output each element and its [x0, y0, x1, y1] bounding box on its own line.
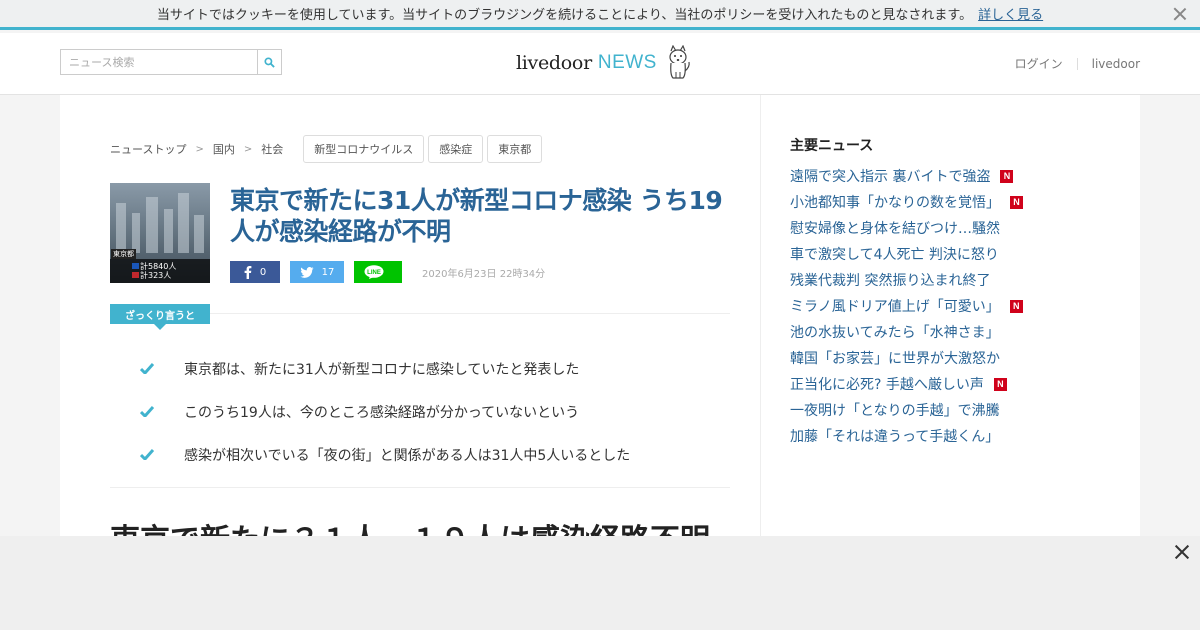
news-item-label: 池の水抜いてみたら「水神さま」 [790, 325, 1000, 341]
news-item[interactable]: 加藤「それは違うって手越くん」 [790, 423, 1023, 449]
news-item[interactable]: 韓国「お家芸」に世界が大激怒か [790, 345, 1023, 371]
news-item[interactable]: 一夜明け「となりの手越」で沸騰 [790, 397, 1023, 423]
tag-tokyo[interactable]: 東京都 [487, 135, 543, 163]
login-link[interactable]: ログイン [1015, 55, 1063, 72]
header-links: ログイン livedoor [1015, 55, 1140, 72]
news-item-label: 残業代裁判 突然振り込まれ終了 [790, 273, 991, 289]
dog-mascot-icon [669, 45, 690, 79]
tag-infectious-disease[interactable]: 感染症 [428, 135, 484, 163]
breadcrumb-item-domestic[interactable]: 国内 [213, 141, 235, 157]
new-badge: N [993, 377, 1007, 391]
breadcrumb: ニューストップ > 国内 > 社会 新型コロナウイルス 感染症 東京都 [110, 135, 546, 163]
thumbnail-location: 東京都 [111, 249, 136, 259]
svg-text:LINE: LINE [367, 270, 381, 276]
facebook-count: 0 [259, 266, 267, 278]
twitter-icon [300, 266, 314, 278]
ad-overlay [0, 536, 1200, 630]
new-badge: N [1000, 169, 1014, 183]
summary-text: 東京都は、新たに31人が新型コロナに感染していたと発表した [184, 361, 580, 378]
news-item[interactable]: 正当化に必死? 手越へ厳しい声 N [790, 371, 1023, 397]
new-badge: N [1009, 299, 1023, 313]
news-item-label: 慰安婦像と身体を結びつけ…騒然 [790, 221, 1000, 237]
news-item[interactable]: 小池都知事「かなりの数を覚悟」 N [790, 189, 1023, 215]
chevron-right-icon: > [195, 143, 204, 155]
news-item-label: 一夜明け「となりの手越」で沸騰 [790, 403, 1000, 419]
check-icon [140, 363, 154, 374]
news-item[interactable]: 遠隔で突入指示 裏バイトで強盗 N [790, 163, 1023, 189]
cookie-bar: 当サイトではクッキーを使用しています。当サイトのブラウジングを続けることにより、… [0, 0, 1200, 30]
news-item[interactable]: 残業代裁判 突然振り込まれ終了 [790, 267, 1023, 293]
summary-list: 東京都は、新たに31人が新型コロナに感染していたと発表した このうち19人は、今… [140, 347, 630, 476]
article-date: 2020年6月23日 22時34分 [422, 268, 546, 280]
thumbnail-caption-line2: 計323人 [140, 271, 172, 280]
news-item-label: 正当化に必死? 手越へ厳しい声 [790, 377, 984, 393]
logo-news: NEWS [597, 52, 657, 73]
article-title: 東京で新たに31人が新型コロナ感染 うち19人が感染経路が不明 [230, 186, 723, 246]
summary-end-divider [110, 487, 730, 488]
logo-livedoor: livedoor [516, 52, 592, 74]
chevron-right-icon: > [243, 143, 253, 155]
tag-coronavirus[interactable]: 新型コロナウイルス [303, 135, 425, 163]
news-item[interactable]: 池の水抜いてみたら「水神さま」 [790, 319, 1023, 345]
news-item[interactable]: 慰安婦像と身体を結びつけ…騒然 [790, 215, 1023, 241]
facebook-icon [244, 265, 252, 279]
summary-item: このうち19人は、今のところ感染経路が分かっていないという [140, 390, 630, 433]
thumbnail-caption-line1: 計5840人 [140, 262, 177, 271]
site-header: livedoor NEWS ログイン livedoor [0, 33, 1200, 95]
topic-tags: 新型コロナウイルス 感染症 東京都 [303, 135, 546, 163]
summary-item: 感染が相次いでいる「夜の街」と関係がある人は31人中5人いるとした [140, 433, 630, 476]
thumbnail-caption: 計5840人 計323人 [110, 259, 210, 283]
close-icon[interactable] [1172, 6, 1188, 22]
sidebar-title: 主要ニュース [790, 138, 874, 154]
news-item[interactable]: ミラノ風ドリア値上げ「可愛い」 N [790, 293, 1023, 319]
search-icon [264, 56, 275, 68]
share-buttons: 0 17 LINE 2020年6月23日 22時34分 [230, 261, 545, 283]
news-item-label: 韓国「お家芸」に世界が大激怒か [790, 351, 1000, 367]
news-item-label: 遠隔で突入指示 裏バイトで強盗 [790, 169, 991, 185]
breadcrumb-item-top[interactable]: ニューストップ [110, 141, 186, 157]
cookie-more-link[interactable]: 詳しく見る [978, 4, 1043, 23]
news-item-label: 小池都知事「かなりの数を覚悟」 [790, 195, 1000, 211]
line-icon: LINE [364, 265, 384, 279]
news-item-label: ミラノ風ドリア値上げ「可愛い」 [790, 299, 1000, 315]
search-button[interactable] [257, 50, 281, 74]
summary-label: ざっくり言うと [110, 304, 210, 330]
article-thumbnail[interactable]: 東京都 計5840人 計323人 [110, 183, 210, 283]
search-input[interactable] [61, 50, 257, 74]
twitter-count: 17 [321, 266, 335, 278]
news-item-label: 加藤「それは違うって手越くん」 [790, 429, 1000, 445]
divider [1076, 57, 1078, 70]
cookie-message: 当サイトではクッキーを使用しています。当サイトのブラウジングを続けることにより、… [156, 8, 973, 23]
summary-item: 東京都は、新たに31人が新型コロナに感染していたと発表した [140, 347, 630, 390]
twitter-share-button[interactable]: 17 [290, 261, 344, 283]
search-box [60, 49, 282, 75]
check-icon [140, 406, 154, 417]
summary-text: 感染が相次いでいる「夜の街」と関係がある人は31人中5人いるとした [184, 447, 631, 464]
livedoor-link[interactable]: livedoor [1092, 57, 1140, 71]
new-badge: N [1010, 195, 1023, 209]
news-item[interactable]: 車で激突して4人死亡 判決に怒り [790, 241, 1023, 267]
close-icon[interactable] [1174, 544, 1190, 560]
check-icon [140, 449, 154, 460]
facebook-share-button[interactable]: 0 [230, 261, 280, 283]
news-item-label: 車で激突して4人死亡 判決に怒り [790, 247, 999, 263]
top-news-list: 遠隔で突入指示 裏バイトで強盗 N 小池都知事「かなりの数を覚悟」 N 慰安婦像と身… [790, 163, 1023, 449]
site-logo[interactable]: livedoor NEWS [516, 43, 691, 83]
line-share-button[interactable]: LINE [354, 261, 402, 283]
summary-text: このうち19人は、今のところ感染経路が分かっていないという [184, 404, 580, 421]
breadcrumb-item-society[interactable]: 社会 [261, 141, 283, 157]
